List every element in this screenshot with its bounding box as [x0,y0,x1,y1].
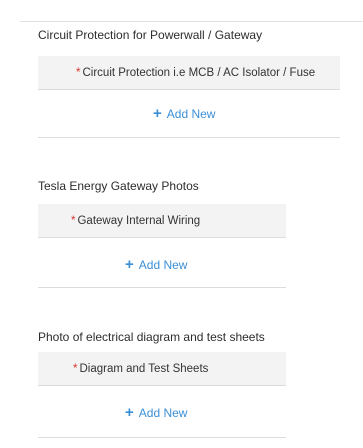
add-new-button[interactable]: + Add New [153,106,215,121]
divider [38,287,286,288]
divider [38,237,286,238]
field-label: Gateway Internal Wiring [77,214,201,227]
divider [38,89,340,90]
section-title: Photo of electrical diagram and test she… [38,330,265,344]
top-divider [20,21,363,22]
add-new-button[interactable]: + Add New [125,257,187,272]
plus-icon: + [125,256,134,273]
divider [38,437,286,438]
add-new-label: Add New [138,257,188,272]
required-asterisk: * [76,66,81,79]
field-row-diagram-sheets[interactable]: * Diagram and Test Sheets [38,352,286,385]
section-title: Tesla Energy Gateway Photos [38,179,199,193]
add-new-label: Add New [138,405,188,420]
plus-icon: + [125,404,134,421]
field-label: Diagram and Test Sheets [79,362,209,375]
add-new-button[interactable]: + Add New [125,405,187,420]
required-asterisk: * [71,214,76,227]
field-row-circuit-protection[interactable]: * Circuit Protection i.e MCB / AC Isolat… [38,56,340,89]
add-new-label: Add New [166,106,216,121]
plus-icon: + [153,105,162,122]
divider [38,385,286,386]
field-label: Circuit Protection i.e MCB / AC Isolator… [82,66,316,79]
required-asterisk: * [73,362,78,375]
field-row-gateway-wiring[interactable]: * Gateway Internal Wiring [38,204,286,237]
divider [38,137,340,138]
section-title: Circuit Protection for Powerwall / Gatew… [38,28,263,42]
